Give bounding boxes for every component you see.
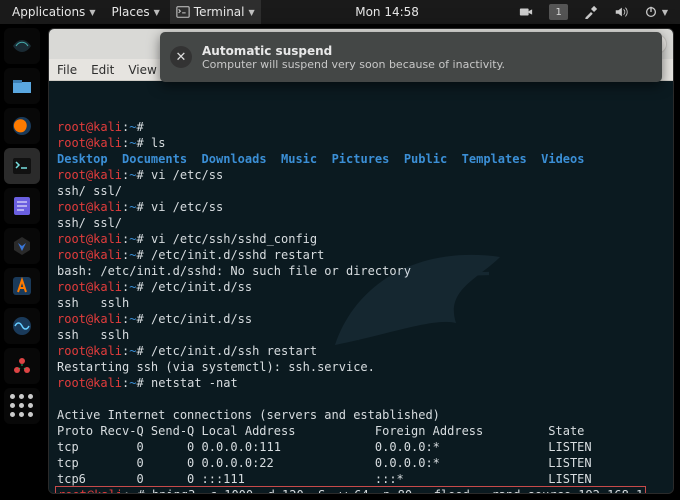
ls-dir: Desktop: [57, 152, 108, 166]
clock-label: Mon 14:58: [355, 5, 419, 19]
power-icon: [644, 5, 658, 19]
power[interactable]: ▼: [638, 0, 674, 24]
launcher-files[interactable]: [4, 68, 40, 104]
notification[interactable]: ✕ Automatic suspend Computer will suspen…: [160, 32, 662, 82]
places-menu[interactable]: Places ▼: [105, 0, 165, 24]
terminal-window: – □ × File Edit View root@kali:~# root@k…: [48, 28, 674, 494]
applications-menu[interactable]: Applications ▼: [6, 0, 101, 24]
volume-icon: [614, 5, 628, 19]
ls-dir: Downloads: [202, 152, 267, 166]
launcher-kali[interactable]: [4, 28, 40, 64]
chevron-down-icon: ▼: [154, 8, 160, 17]
launcher-maltego[interactable]: [4, 348, 40, 384]
volume[interactable]: [608, 0, 634, 24]
launcher-texteditor[interactable]: [4, 188, 40, 224]
menu-file[interactable]: File: [57, 63, 77, 77]
recording-indicator[interactable]: [513, 0, 539, 24]
chevron-down-icon: ▼: [249, 8, 255, 17]
wired-network[interactable]: [578, 0, 604, 24]
top-panel: Applications ▼ Places ▼ Terminal ▼ Mon 1…: [0, 0, 680, 24]
applications-label: Applications: [12, 5, 85, 19]
chevron-down-icon: ▼: [662, 8, 668, 17]
launcher-metasploit[interactable]: [4, 228, 40, 264]
ls-dir: Templates: [462, 152, 527, 166]
prompt-user: root@kali: [57, 120, 122, 134]
ls-dir: Music: [281, 152, 317, 166]
ls-dir: Pictures: [332, 152, 390, 166]
menu-edit[interactable]: Edit: [91, 63, 114, 77]
ls-dir: Videos: [541, 152, 584, 166]
ls-dir: Public: [404, 152, 447, 166]
places-label: Places: [111, 5, 149, 19]
clock[interactable]: Mon 14:58: [349, 0, 425, 24]
launcher-showapps[interactable]: [4, 388, 40, 424]
dock: [4, 28, 44, 424]
workspace-badge: 1: [549, 4, 567, 20]
grid-icon: [10, 394, 34, 418]
terminal-menu[interactable]: Terminal ▼: [170, 0, 261, 24]
notification-body: Computer will suspend very soon because …: [202, 58, 505, 71]
launcher-wireshark[interactable]: [4, 308, 40, 344]
menu-view[interactable]: View: [128, 63, 156, 77]
camera-icon: [519, 5, 533, 19]
terminal-label: Terminal: [194, 5, 245, 19]
notification-icon: ✕: [170, 46, 192, 68]
notification-text: Automatic suspend Computer will suspend …: [202, 44, 505, 71]
terminal-icon: [176, 5, 190, 19]
workspace-switcher[interactable]: 1: [543, 0, 573, 24]
launcher-firefox[interactable]: [4, 108, 40, 144]
launcher-burpsuite[interactable]: [4, 268, 40, 304]
notification-title: Automatic suspend: [202, 44, 505, 58]
launcher-terminal[interactable]: [4, 148, 40, 184]
highlighted-command: root@kali:~# hping3 -c 1000 -d 120 -S -w…: [55, 486, 646, 493]
chevron-down-icon: ▼: [89, 8, 95, 17]
colorpicker-icon: [584, 5, 598, 19]
terminal-output[interactable]: root@kali:~# root@kali:~# ls Desktop Doc…: [49, 81, 673, 493]
ls-dir: Documents: [122, 152, 187, 166]
